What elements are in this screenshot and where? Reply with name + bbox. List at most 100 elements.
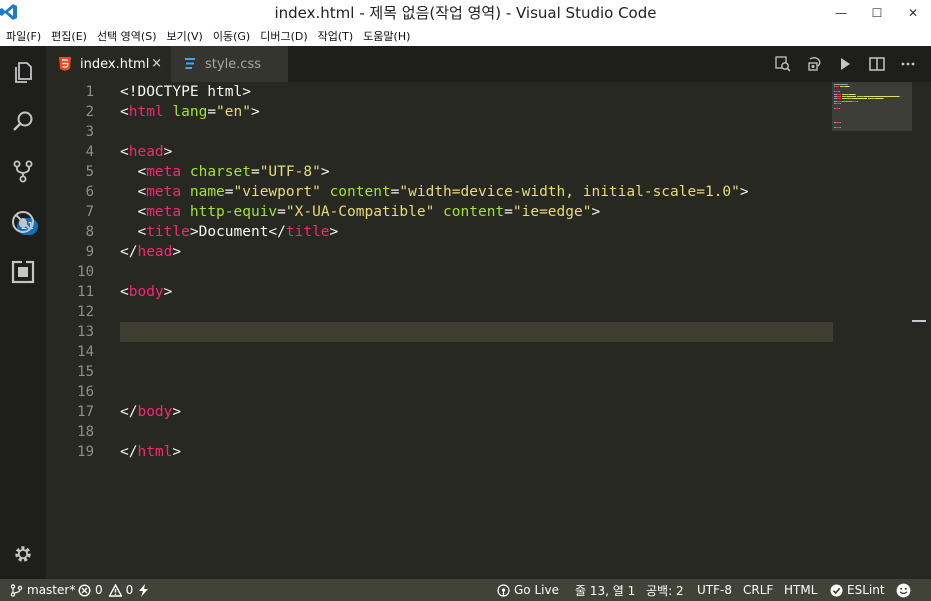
menu-go[interactable]: 이동(G): [209, 28, 256, 44]
files-icon: [15, 62, 32, 83]
menu-bar: 파일(F) 편집(E) 선택 영역(S) 보기(V) 이동(G) 디버그(D) …: [0, 25, 931, 46]
menu-tasks[interactable]: 작업(T): [314, 28, 360, 44]
preview-icon: [808, 57, 821, 71]
code-editor[interactable]: 1 2 3 4 5 6 7 8 9 10 11 12 13 14 15 16 17 18 19 <!DOCTYPE …: [46, 82, 931, 579]
menu-selection[interactable]: 선택 영역(S): [93, 28, 163, 44]
minimap-token: [834, 84, 848, 85]
code-token: meta: [146, 204, 182, 220]
branch-indicator[interactable]: master*: [10, 579, 75, 601]
code-token: meta: [146, 184, 182, 200]
code-token: http-equiv: [189, 204, 278, 220]
css-file-icon: [185, 58, 195, 69]
code-token: >: [739, 184, 749, 200]
minimap-token: [875, 98, 883, 100]
minimap-token: [842, 100, 852, 102]
close-window-button[interactable]: ✕: [895, 0, 931, 25]
code-line[interactable]: [120, 382, 832, 402]
eslint-label: ESLint: [847, 583, 885, 597]
code-token: body: [128, 284, 164, 300]
source-control-button[interactable]: [0, 150, 46, 194]
code-token: title: [146, 224, 190, 240]
code-line[interactable]: <head>: [120, 142, 832, 162]
problems-indicator[interactable]: 0 0: [78, 579, 133, 601]
status-bar: master* 0 0 Go Live 줄 13, 열 1 공백: 2 UTF-…: [0, 579, 931, 601]
end-of-line[interactable]: CRLF: [743, 579, 773, 601]
code-token: >: [163, 144, 173, 160]
code-line[interactable]: <meta charset="UTF-8">: [120, 162, 832, 182]
code-token: >: [172, 444, 182, 460]
line-number: 3: [85, 124, 94, 140]
settings-button[interactable]: [0, 532, 46, 576]
code-line[interactable]: <body>: [120, 282, 832, 302]
run-button[interactable]: [830, 46, 860, 82]
split-editor-button[interactable]: [862, 46, 892, 82]
code-line[interactable]: </body>: [120, 402, 832, 422]
code-token: >: [172, 404, 182, 420]
minimize-button[interactable]: —: [823, 0, 859, 25]
menu-file[interactable]: 파일(F): [2, 28, 47, 44]
code-token: "ie=edge": [512, 204, 592, 220]
code-line[interactable]: [120, 322, 832, 342]
code-line[interactable]: <title>Document</title>: [120, 222, 832, 242]
open-changes-button[interactable]: [768, 46, 798, 82]
tab-index-html[interactable]: index.html ×: [46, 46, 171, 82]
no-bug-icon: [12, 211, 34, 233]
code-line[interactable]: [120, 122, 832, 142]
code-token: =: [277, 204, 286, 220]
encoding[interactable]: UTF-8: [697, 579, 732, 601]
code-line[interactable]: <meta name="viewport" content="width=dev…: [120, 182, 832, 202]
code-line[interactable]: <!DOCTYPE html>: [120, 82, 832, 102]
window-title: index.html - 제목 없음(작업 영역) - Visual Studi…: [274, 4, 657, 22]
code-token: html: [128, 104, 164, 120]
code-token: "UTF-8": [259, 164, 321, 180]
menu-help[interactable]: 도움말(H): [359, 28, 416, 44]
menu-edit[interactable]: 편집(E): [47, 28, 93, 44]
line-number: 12: [77, 304, 94, 320]
close-tab-icon[interactable]: ×: [151, 56, 162, 71]
code-lines[interactable]: <!DOCTYPE html> <html lang="en"> <head> <m…: [120, 82, 832, 462]
error-icon: [78, 583, 91, 597]
code-line[interactable]: [120, 362, 832, 382]
code-token: >Document</: [189, 224, 286, 240]
code-line[interactable]: [120, 342, 832, 362]
indentation[interactable]: 공백: 2: [646, 579, 684, 601]
code-line[interactable]: [120, 302, 832, 322]
eslint-status[interactable]: ESLint: [830, 579, 885, 601]
code-line[interactable]: </head>: [120, 242, 832, 262]
branch-name: master*: [27, 583, 76, 597]
language-mode[interactable]: HTML: [784, 579, 817, 601]
maximize-button[interactable]: ☐: [859, 0, 895, 25]
go-live-button[interactable]: Go Live: [497, 579, 559, 601]
code-line[interactable]: <html lang="en">: [120, 102, 832, 122]
preview-button[interactable]: [800, 46, 830, 82]
minimap-token: [837, 93, 841, 95]
explorer-button[interactable]: [0, 50, 46, 94]
tab-style-css[interactable]: style.css: [171, 46, 288, 82]
cursor-position[interactable]: 줄 13, 열 1: [575, 579, 635, 601]
scrollbar-cursor-marker: [912, 320, 926, 322]
code-line[interactable]: <meta http-equiv="X-UA-Compatible" conte…: [120, 202, 832, 222]
code-line[interactable]: [120, 262, 832, 282]
line-number: 1: [85, 84, 94, 100]
more-actions-button[interactable]: [893, 46, 923, 82]
menu-debug[interactable]: 디버그(D): [256, 28, 313, 44]
play-icon: [841, 58, 850, 70]
feedback-button[interactable]: [896, 579, 915, 601]
extensions-button[interactable]: [0, 250, 46, 294]
minimap-token: [837, 96, 841, 97]
line-number: 7: [85, 204, 94, 220]
lightning-button[interactable]: [137, 579, 154, 601]
search-button[interactable]: [0, 100, 46, 144]
code-token: <: [120, 204, 147, 220]
compare-changes-icon: [775, 56, 791, 72]
menu-view[interactable]: 보기(V): [162, 28, 208, 44]
code-line[interactable]: </html>: [120, 442, 832, 462]
line-number: 13: [77, 324, 94, 340]
line-number: 6: [85, 184, 94, 200]
code-token: name: [189, 184, 225, 200]
debug-button[interactable]: [0, 200, 46, 244]
code-line[interactable]: [120, 422, 832, 442]
minimap[interactable]: [832, 82, 912, 131]
